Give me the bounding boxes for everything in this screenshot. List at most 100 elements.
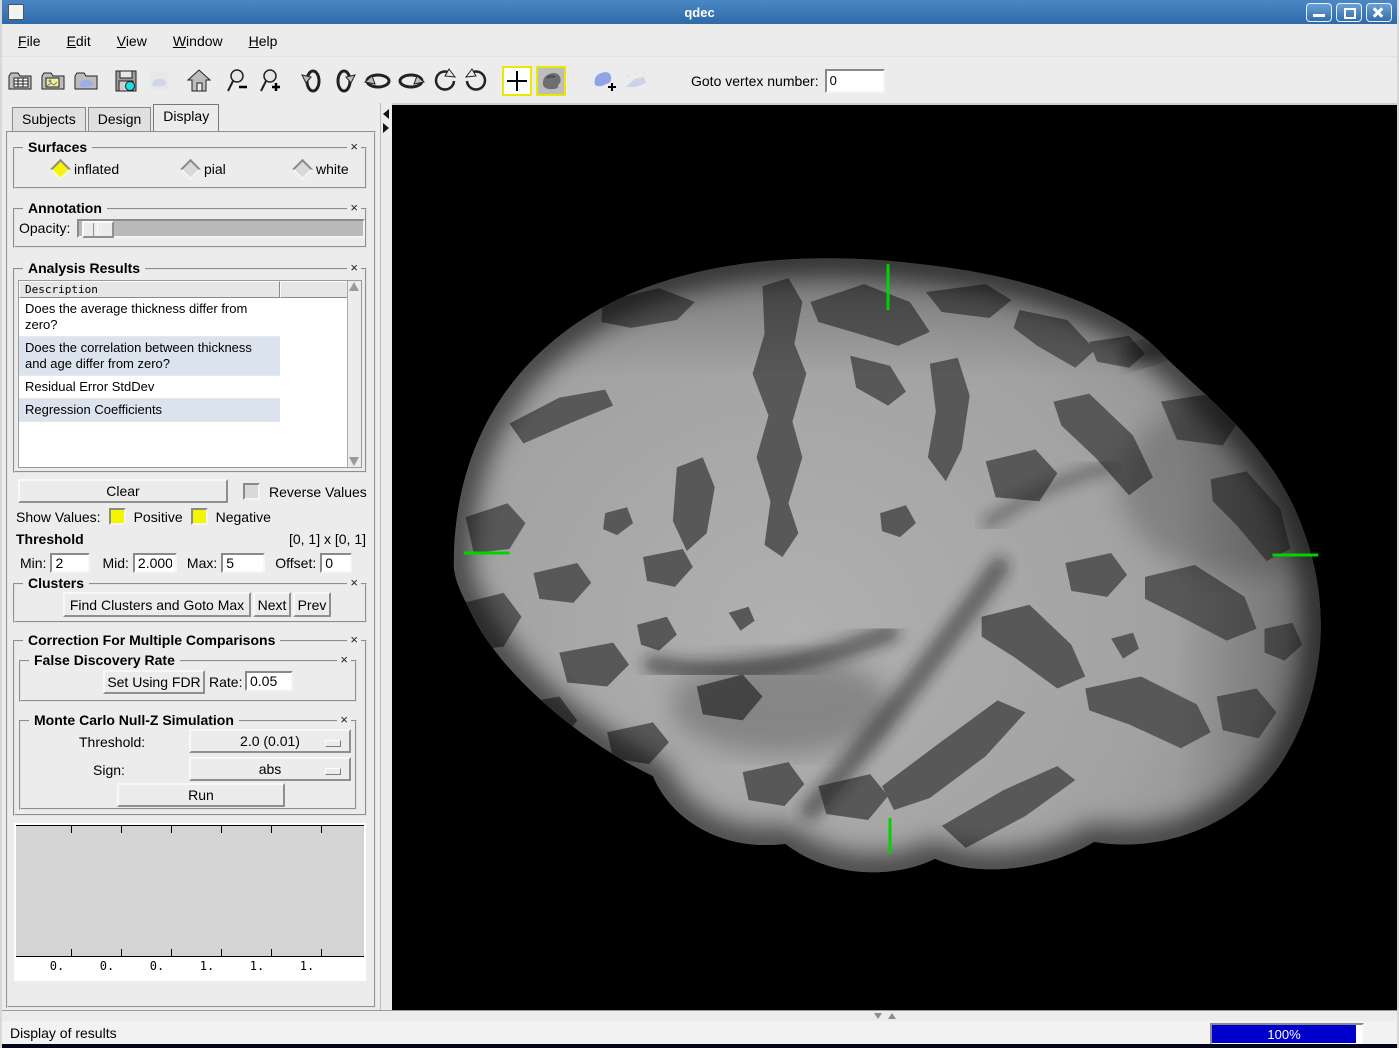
menu-edit[interactable]: Edit: [67, 33, 91, 49]
min-input[interactable]: [50, 553, 90, 573]
run-button[interactable]: Run: [117, 783, 285, 807]
rate-label: Rate:: [209, 674, 242, 690]
save-disabled-icon: [144, 66, 174, 96]
scroll-up-icon[interactable]: [349, 282, 359, 291]
radio-white[interactable]: white: [295, 161, 349, 177]
save-icon[interactable]: [111, 66, 141, 96]
table-row[interactable]: Regression Coefficients: [19, 399, 280, 422]
expand-right-icon[interactable]: [383, 123, 389, 133]
qdec-window: qdec File Edit View Window Help: [0, 0, 1399, 1048]
minimize-icon: [1313, 14, 1325, 17]
tick-mark: [321, 949, 322, 956]
mc-threshold-dropdown[interactable]: 2.0 (0.01): [189, 729, 351, 753]
correction-group: Correction For Multiple Comparisons × Fa…: [13, 640, 367, 816]
scroll-down-icon[interactable]: [349, 457, 359, 466]
find-clusters-button[interactable]: Find Clusters and Goto Max: [63, 592, 251, 617]
titlebar: qdec: [2, 0, 1397, 24]
table-row[interactable]: Residual Error StdDev: [19, 376, 280, 399]
crosshair-tool-button[interactable]: [502, 66, 532, 96]
rotate-cw-icon[interactable]: [396, 66, 426, 96]
max-input[interactable]: [221, 553, 265, 573]
tab-subjects[interactable]: Subjects: [12, 107, 86, 131]
mid-input[interactable]: [133, 553, 177, 573]
surface-3d-view[interactable]: [392, 105, 1397, 1010]
status-message: Display of results: [10, 1025, 117, 1041]
table-row[interactable]: Does the average thickness differ from z…: [19, 298, 280, 337]
correction-title: Correction For Multiple Comparisons: [23, 632, 280, 648]
axis-tick-label: 0.: [94, 959, 120, 973]
rotate-left-icon[interactable]: [297, 66, 327, 96]
maximize-button[interactable]: [1336, 3, 1362, 22]
tick-mark: [271, 826, 272, 833]
radio-pial[interactable]: pial: [183, 161, 226, 177]
axis-tick-label: 0.: [144, 959, 170, 973]
home-icon[interactable]: [184, 66, 214, 96]
analysis-table: Description Does the average thickness d…: [18, 280, 362, 468]
close-button[interactable]: [1366, 3, 1392, 22]
prev-cluster-button[interactable]: Prev: [293, 592, 331, 617]
table-row[interactable]: Does the correlation between thickness a…: [19, 337, 280, 376]
goto-vertex-input[interactable]: [825, 69, 885, 93]
collapse-down-icon[interactable]: [874, 1013, 882, 1019]
tab-display[interactable]: Display: [153, 104, 219, 131]
load-data-table-icon[interactable]: [5, 66, 35, 96]
spin-right-icon[interactable]: [462, 66, 492, 96]
fdr-group: False Discovery Rate × Set Using FDR Rat…: [19, 660, 357, 702]
next-cluster-button[interactable]: Next: [253, 592, 291, 617]
table-scrollbar[interactable]: [347, 281, 361, 467]
minimize-button[interactable]: [1306, 3, 1332, 22]
surface-tool-button[interactable]: [536, 66, 566, 96]
tick-mark: [271, 949, 272, 956]
menu-help[interactable]: Help: [249, 33, 278, 49]
analysis-results-close-icon[interactable]: ×: [347, 261, 361, 275]
negative-checkbox[interactable]: [191, 508, 208, 525]
reverse-values-checkbox[interactable]: Reverse Values: [243, 483, 367, 500]
spin-left-icon[interactable]: [429, 66, 459, 96]
description-column-header[interactable]: Description: [19, 281, 280, 298]
menu-file[interactable]: File: [18, 33, 41, 49]
annotation-group: Annotation × Opacity:: [13, 208, 367, 248]
mc-sign-dropdown[interactable]: abs: [189, 757, 351, 781]
collapse-left-icon[interactable]: [383, 109, 389, 119]
zoom-out-icon[interactable]: [224, 66, 254, 96]
set-using-fdr-button[interactable]: Set Using FDR: [103, 670, 205, 694]
zoom-in-icon[interactable]: [257, 66, 287, 96]
offset-input[interactable]: [320, 553, 352, 573]
clusters-close-icon[interactable]: ×: [347, 576, 361, 590]
radio-white-label: white: [316, 161, 349, 177]
main-area: Subjects Design Display Surfaces × infla…: [2, 103, 1397, 1010]
montecarlo-close-icon[interactable]: ×: [337, 713, 351, 727]
mc-sign-value: abs: [259, 761, 282, 777]
opacity-slider[interactable]: [77, 219, 365, 238]
load-surface-icon[interactable]: [71, 66, 101, 96]
add-marker-icon[interactable]: [588, 66, 618, 96]
tab-design[interactable]: Design: [88, 107, 152, 131]
panel-sash[interactable]: [380, 103, 392, 1010]
clear-button[interactable]: Clear: [18, 479, 228, 503]
display-panel: Surfaces × inflated pial white: [6, 131, 376, 1008]
rotate-ccw-icon[interactable]: [363, 66, 393, 96]
tab-bar: Subjects Design Display: [12, 105, 221, 131]
menu-view[interactable]: View: [117, 33, 147, 49]
annotation-close-icon[interactable]: ×: [347, 201, 361, 215]
tick-mark: [121, 949, 122, 956]
opacity-slider-handle[interactable]: [82, 221, 114, 238]
fdr-close-icon[interactable]: ×: [337, 653, 351, 667]
fdr-rate-input[interactable]: [245, 671, 293, 691]
load-annotation-icon[interactable]: [38, 66, 68, 96]
dropdown-indicator-icon: [325, 768, 341, 775]
analysis-results-group: Analysis Results × Description Does the …: [13, 268, 367, 473]
progress-bar: 100%: [1210, 1023, 1364, 1045]
brain-icon: [539, 69, 563, 93]
positive-checkbox[interactable]: [109, 508, 126, 525]
tick-mark: [71, 949, 72, 956]
radio-inflated[interactable]: inflated: [53, 161, 119, 177]
analysis-results-title: Analysis Results: [23, 260, 145, 276]
surfaces-close-icon[interactable]: ×: [347, 140, 361, 154]
empty-column-header[interactable]: [280, 281, 348, 298]
correction-close-icon[interactable]: ×: [347, 633, 361, 647]
menu-window[interactable]: Window: [173, 33, 223, 49]
rotate-right-icon[interactable]: [330, 66, 360, 96]
annotation-title: Annotation: [23, 200, 107, 216]
expand-up-icon[interactable]: [888, 1013, 896, 1019]
